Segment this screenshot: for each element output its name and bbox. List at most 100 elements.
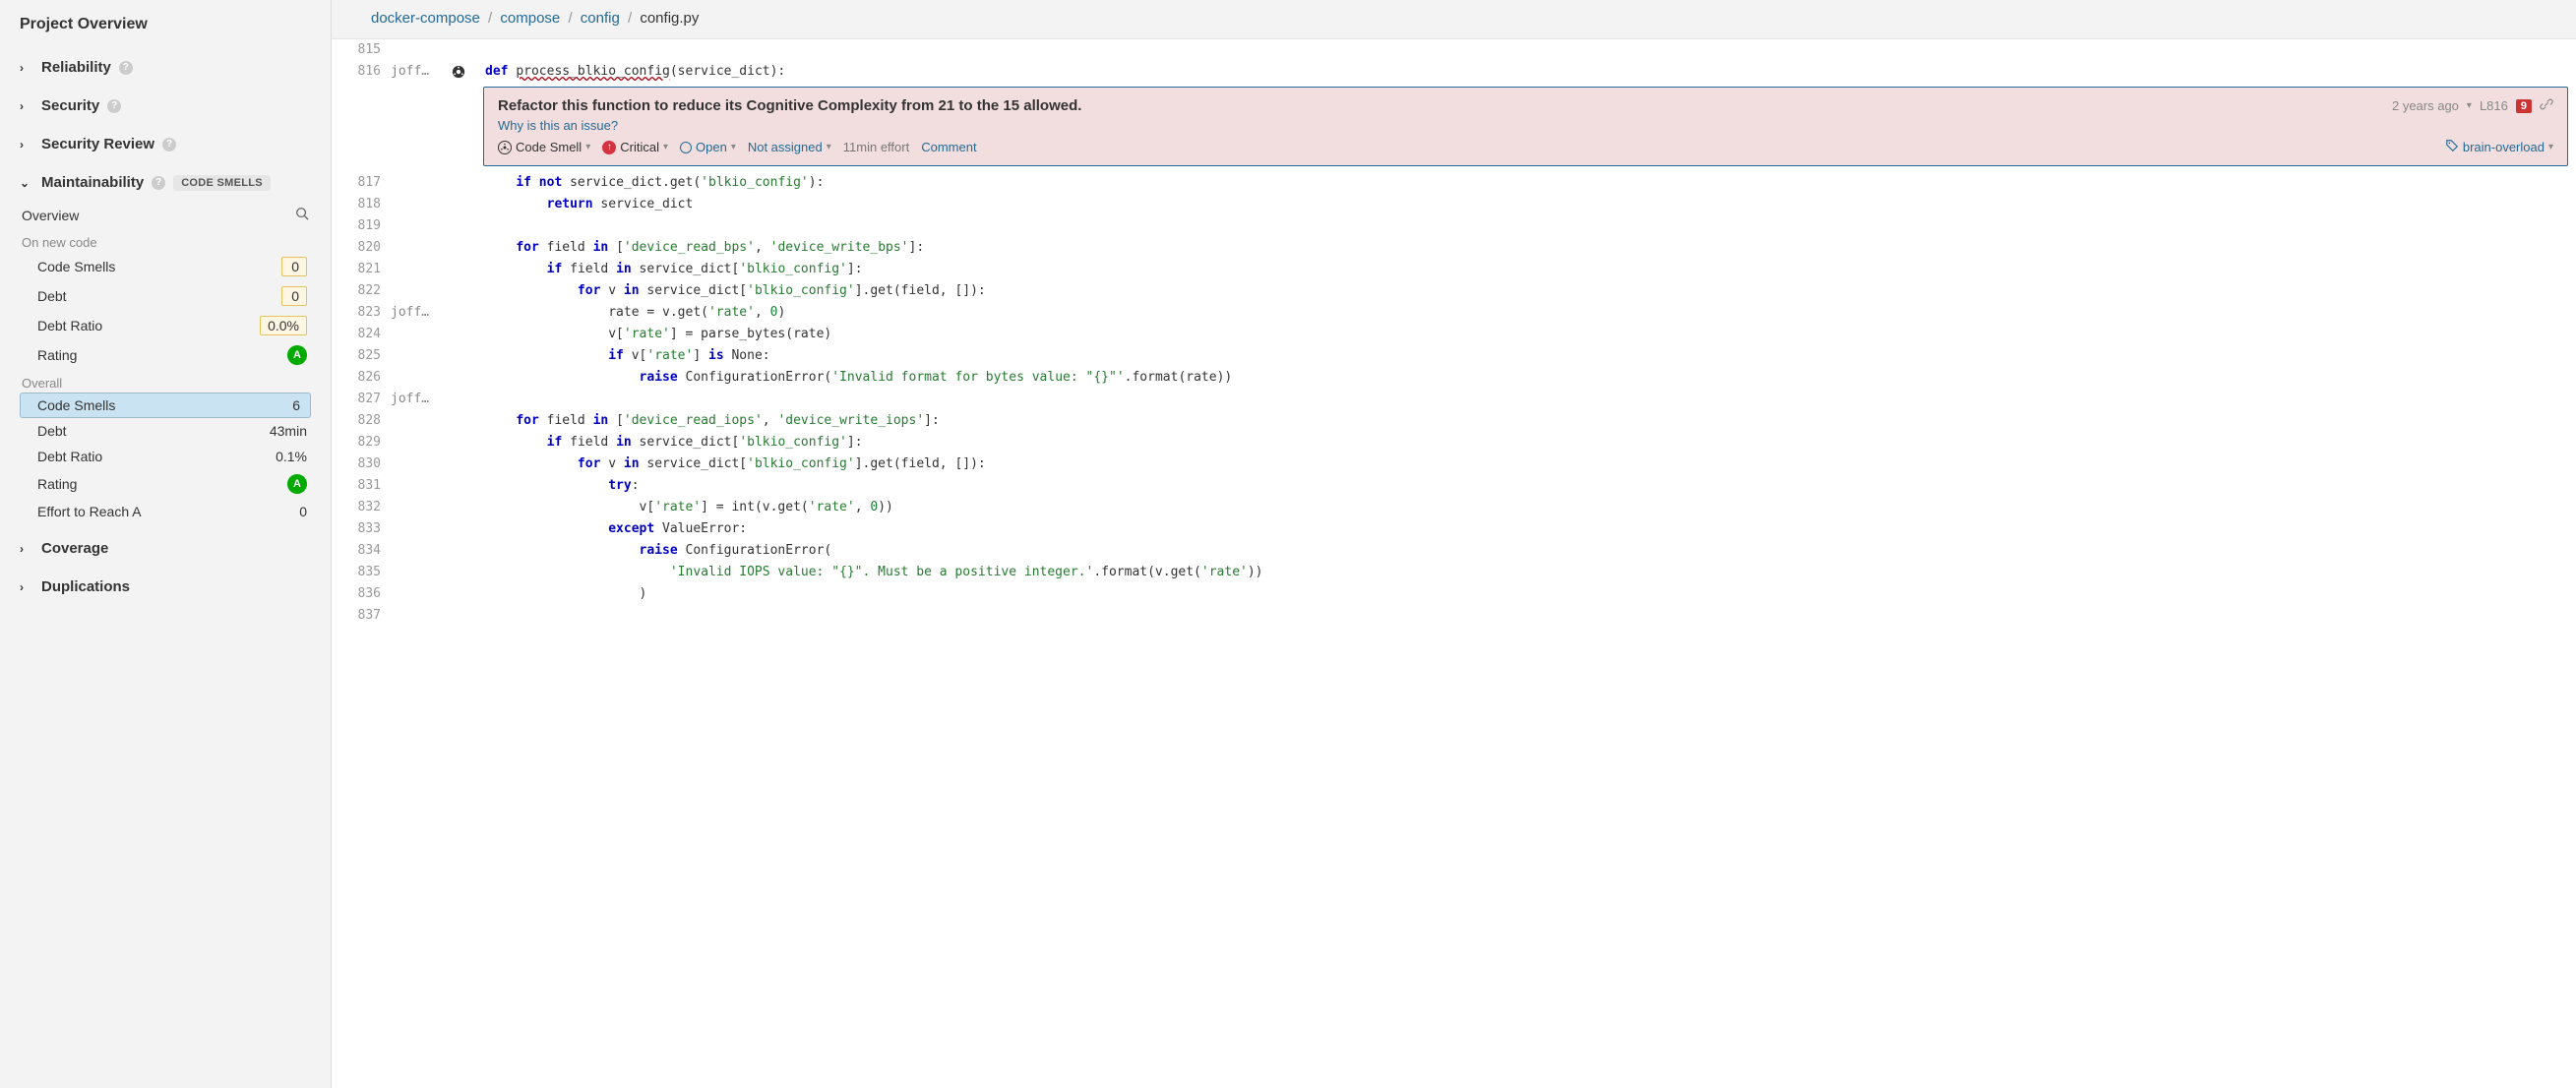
code-content[interactable]: for field in ['device_read_bps', 'device… <box>475 237 2576 259</box>
line-number[interactable]: 815 <box>332 39 391 61</box>
metric-debt-ratio[interactable]: Debt Ratio0.0% <box>20 311 311 340</box>
line-number[interactable]: 831 <box>332 475 391 497</box>
code-area[interactable]: 815816joff…def process_blkio_config(serv… <box>332 39 2576 1088</box>
code-content[interactable]: 'Invalid IOPS value: "{}". Must be a pos… <box>475 562 2576 583</box>
search-icon[interactable] <box>295 207 309 223</box>
code-content[interactable]: ) <box>475 583 2576 605</box>
issue-why-link[interactable]: Why is this an issue? <box>498 118 2553 133</box>
help-icon[interactable]: ? <box>152 176 165 190</box>
line-number[interactable]: 829 <box>332 432 391 453</box>
line-issue-icon[interactable] <box>448 61 469 83</box>
line-author[interactable] <box>391 475 448 497</box>
code-content[interactable]: v['rate'] = int(v.get('rate', 0)) <box>475 497 2576 518</box>
line-number[interactable]: 823 <box>332 302 391 324</box>
metric-debt-ratio[interactable]: Debt Ratio0.1% <box>20 444 311 469</box>
line-author[interactable]: joff… <box>391 61 448 83</box>
line-number[interactable]: 822 <box>332 280 391 302</box>
sidebar-section-security[interactable]: ›Security? <box>20 91 311 120</box>
line-number[interactable]: 837 <box>332 605 391 627</box>
line-number[interactable]: 835 <box>332 562 391 583</box>
issue-status[interactable]: Open ▾ <box>680 140 736 154</box>
code-content[interactable]: return service_dict <box>475 194 2576 215</box>
code-content[interactable]: except ValueError: <box>475 518 2576 540</box>
line-author[interactable] <box>391 518 448 540</box>
line-author[interactable] <box>391 237 448 259</box>
metric-effort-to-reach-a[interactable]: Effort to Reach A0 <box>20 499 311 524</box>
code-content[interactable]: for field in ['device_read_iops', 'devic… <box>475 410 2576 432</box>
line-author[interactable] <box>391 583 448 605</box>
code-content[interactable]: if not service_dict.get('blkio_config'): <box>475 172 2576 194</box>
line-author[interactable] <box>391 280 448 302</box>
line-author[interactable] <box>391 324 448 345</box>
code-content[interactable]: try: <box>475 475 2576 497</box>
line-number[interactable]: 826 <box>332 367 391 389</box>
metric-code-smells[interactable]: Code Smells0 <box>20 252 311 281</box>
line-number[interactable]: 825 <box>332 345 391 367</box>
code-content[interactable]: raise ConfigurationError( <box>475 540 2576 562</box>
line-number[interactable]: 827 <box>332 389 391 410</box>
sidebar-section-coverage[interactable]: ›Coverage <box>20 534 311 563</box>
metric-rating[interactable]: RatingA <box>20 340 311 370</box>
line-author[interactable] <box>391 540 448 562</box>
line-number[interactable]: 819 <box>332 215 391 237</box>
code-content[interactable]: rate = v.get('rate', 0) <box>475 302 2576 324</box>
code-content[interactable]: if field in service_dict['blkio_config']… <box>475 259 2576 280</box>
help-icon[interactable]: ? <box>119 61 133 75</box>
issue-age[interactable]: 2 years ago <box>2392 98 2459 113</box>
code-content[interactable]: if v['rate'] is None: <box>475 345 2576 367</box>
line-number[interactable]: 824 <box>332 324 391 345</box>
line-number[interactable]: 817 <box>332 172 391 194</box>
line-author[interactable] <box>391 605 448 627</box>
line-number[interactable]: 828 <box>332 410 391 432</box>
issue-severity[interactable]: ↑ Critical ▾ <box>602 140 668 154</box>
breadcrumb-link[interactable]: compose <box>500 10 560 27</box>
line-author[interactable] <box>391 345 448 367</box>
line-number[interactable]: 834 <box>332 540 391 562</box>
line-author[interactable] <box>391 172 448 194</box>
line-author[interactable] <box>391 497 448 518</box>
line-author[interactable] <box>391 432 448 453</box>
overview-row[interactable]: Overview <box>20 201 311 229</box>
line-number[interactable]: 821 <box>332 259 391 280</box>
line-number[interactable]: 830 <box>332 453 391 475</box>
line-author[interactable] <box>391 562 448 583</box>
line-number[interactable]: 820 <box>332 237 391 259</box>
metric-debt[interactable]: Debt0 <box>20 281 311 311</box>
code-content[interactable]: raise ConfigurationError('Invalid format… <box>475 367 2576 389</box>
line-author[interactable] <box>391 453 448 475</box>
sidebar-section-reliability[interactable]: ›Reliability? <box>20 53 311 82</box>
metric-rating[interactable]: RatingA <box>20 469 311 499</box>
issue-tags[interactable]: brain-overload ▾ <box>2445 139 2553 155</box>
line-author[interactable]: joff… <box>391 389 448 410</box>
line-author[interactable]: joff… <box>391 302 448 324</box>
line-number[interactable]: 832 <box>332 497 391 518</box>
breadcrumb-link[interactable]: docker-compose <box>371 10 480 27</box>
issue-type[interactable]: Code Smell ▾ <box>498 140 590 154</box>
line-author[interactable] <box>391 215 448 237</box>
help-icon[interactable]: ? <box>107 99 121 113</box>
sidebar-section-duplications[interactable]: ›Duplications <box>20 573 311 601</box>
line-author[interactable] <box>391 410 448 432</box>
line-number[interactable]: 816 <box>332 61 391 83</box>
sidebar-section-security-review[interactable]: ›Security Review? <box>20 130 311 158</box>
line-author[interactable] <box>391 39 448 61</box>
metric-code-smells[interactable]: Code Smells6 <box>20 393 311 418</box>
line-number[interactable]: 836 <box>332 583 391 605</box>
issue-count-badge[interactable]: 9 <box>2516 99 2532 113</box>
breadcrumb-link[interactable]: config <box>581 10 620 27</box>
permalink-icon[interactable] <box>2540 97 2553 114</box>
line-author[interactable] <box>391 367 448 389</box>
code-content[interactable]: if field in service_dict['blkio_config']… <box>475 432 2576 453</box>
code-content[interactable]: for v in service_dict['blkio_config'].ge… <box>475 280 2576 302</box>
code-content[interactable]: for v in service_dict['blkio_config'].ge… <box>475 453 2576 475</box>
code-content[interactable]: v['rate'] = parse_bytes(rate) <box>475 324 2576 345</box>
help-icon[interactable]: ? <box>162 138 176 151</box>
sidebar-section-maintainability[interactable]: ⌄Maintainability?CODE SMELLS <box>20 168 311 197</box>
line-author[interactable] <box>391 259 448 280</box>
metric-debt[interactable]: Debt43min <box>20 418 311 444</box>
line-number[interactable]: 818 <box>332 194 391 215</box>
issue-assignee[interactable]: Not assigned ▾ <box>748 140 831 154</box>
line-author[interactable] <box>391 194 448 215</box>
line-number[interactable]: 833 <box>332 518 391 540</box>
code-content[interactable]: def process_blkio_config(service_dict): <box>475 61 2576 83</box>
